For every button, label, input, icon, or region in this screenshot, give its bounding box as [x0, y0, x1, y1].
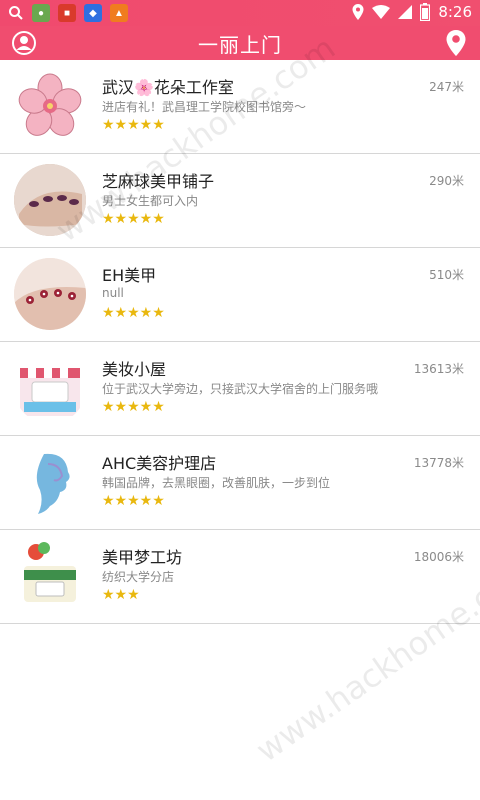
shop-item[interactable]: AHC美容护理店 韩国品牌，去黑眼圈，改善肌肤，一步到位 ★★★★★ 13778… [0, 436, 480, 530]
shop-rating: ★★★★★ [102, 305, 165, 321]
shop-name: 美妆小屋 [102, 360, 167, 379]
shop-item[interactable]: 美妆小屋 位于武汉大学旁边，只接武汉大学宿舍的上门服务哦 ★★★★★ 13613… [0, 342, 480, 436]
shop-distance: 13778米 [413, 456, 464, 470]
status-bar: ● ■ ◆ ▲ 8:26 [0, 0, 480, 26]
news-app-icon: ■ [58, 4, 76, 22]
baidu-app-icon: ◆ [84, 4, 102, 22]
shop-distance: 247米 [429, 80, 464, 94]
notification-icons: ● ■ ◆ ▲ [8, 4, 128, 22]
shop-name: 美甲梦工坊 [102, 548, 183, 567]
system-icons: 8:26 [352, 3, 472, 21]
shop-avatar-workshop [14, 540, 86, 612]
shop-avatar-store [14, 352, 86, 424]
shop-avatar-face [14, 446, 86, 518]
wifi-icon [372, 5, 391, 19]
store-app-icon: ▲ [110, 4, 128, 22]
shop-rating: ★★★ [102, 587, 140, 603]
shop-name: 武汉🌸花朵工作室 [102, 78, 234, 97]
shop-rating: ★★★★★ [102, 493, 165, 509]
shop-description: 韩国品牌，去黑眼圈，改善肌肤，一步到位 [102, 476, 331, 490]
shop-avatar-nail-art [14, 258, 86, 330]
location-status-icon [352, 4, 364, 20]
location-pin-icon[interactable] [444, 29, 468, 57]
shop-description: null [102, 286, 124, 300]
shop-description: 位于武汉大学旁边，只接武汉大学宿舍的上门服务哦 [102, 382, 379, 396]
android-app-icon: ● [32, 4, 50, 22]
shop-distance: 18006米 [413, 550, 464, 564]
shop-description: 纺织大学分店 [102, 570, 175, 584]
shop-avatar-flower [14, 70, 86, 142]
shop-rating: ★★★★★ [102, 399, 165, 415]
user-profile-icon[interactable] [12, 31, 36, 55]
page-title: 一丽上门 [198, 32, 282, 57]
shop-name: EH美甲 [102, 266, 157, 285]
shop-name: AHC美容护理店 [102, 454, 217, 473]
app-header: 一丽上门 [0, 26, 480, 60]
battery-icon [420, 3, 431, 21]
search-icon [9, 6, 23, 20]
shop-distance: 290米 [429, 174, 464, 188]
shop-rating: ★★★★★ [102, 117, 165, 133]
shop-item[interactable]: EH美甲 null ★★★★★ 510米 [0, 248, 480, 342]
signal-icon [398, 5, 413, 19]
shop-list: 武汉🌸花朵工作室 进店有礼！武昌理工学院校图书馆旁～ ★★★★★ 247米 芝麻… [0, 60, 480, 624]
shop-distance: 510米 [429, 268, 464, 282]
shop-distance: 13613米 [413, 362, 464, 376]
clock: 8:26 [438, 3, 472, 21]
shop-item[interactable]: 美甲梦工坊 纺织大学分店 ★★★ 18006米 [0, 530, 480, 624]
